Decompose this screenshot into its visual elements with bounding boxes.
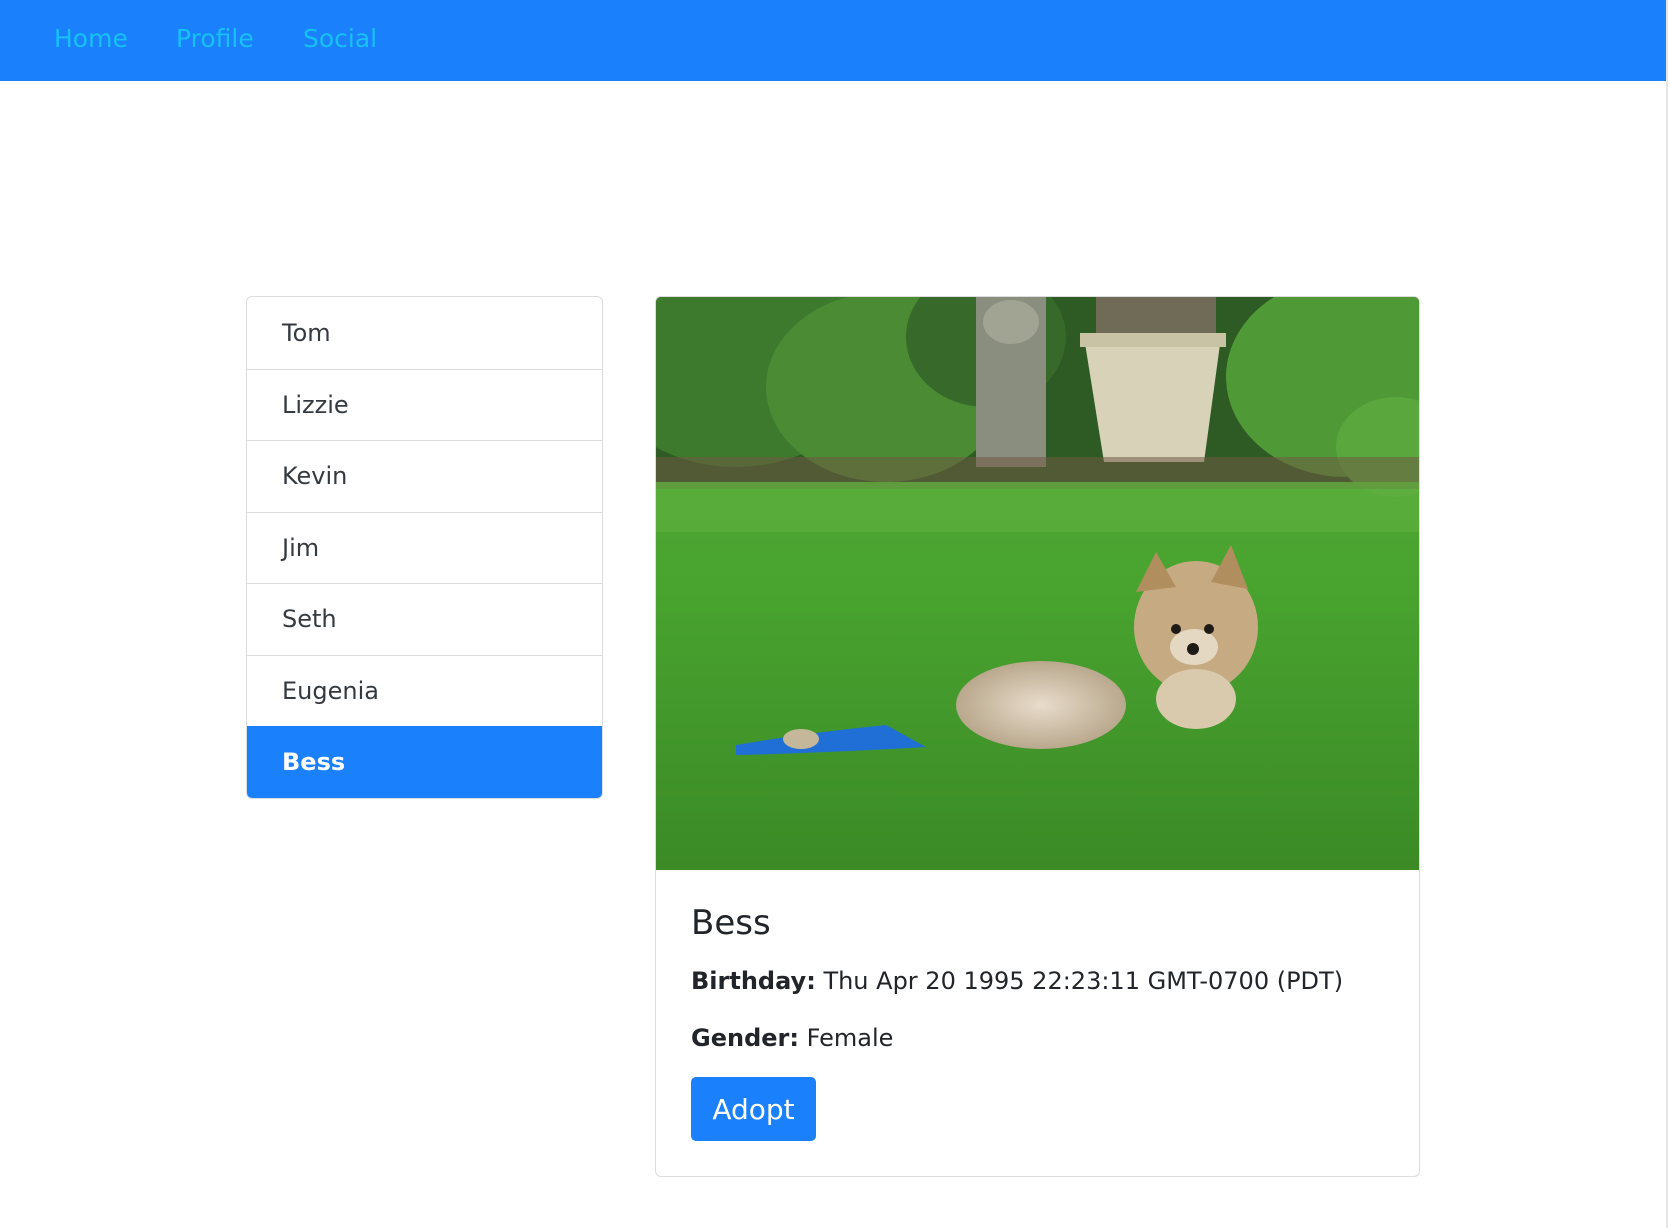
gender-label: Gender: [691, 1024, 799, 1052]
gender-value: Female [806, 1024, 894, 1052]
pet-list-item-kevin[interactable]: Kevin [247, 440, 602, 512]
pet-list-item-lizzie[interactable]: Lizzie [247, 368, 602, 441]
gender-line: Gender: Female [691, 1022, 893, 1054]
nav-link-profile[interactable]: Profile [176, 22, 254, 56]
pet-list-item-eugenia[interactable]: Eugenia [247, 654, 602, 727]
top-navbar: Home Profile Social [0, 0, 1666, 81]
nav-link-home[interactable]: Home [54, 22, 128, 56]
pet-list-item-jim[interactable]: Jim [247, 511, 602, 584]
pet-list-item-seth[interactable]: Seth [247, 583, 602, 655]
pet-photo [656, 297, 1419, 870]
page-scroll-edge [1666, 0, 1668, 1228]
birthday-value: Thu Apr 20 1995 22:23:11 GMT-0700 (PDT) [823, 967, 1344, 995]
pet-name-heading: Bess [691, 903, 771, 943]
nav-link-social[interactable]: Social [303, 22, 377, 56]
pet-list-item-bess[interactable]: Bess [247, 726, 602, 798]
birthday-line: Birthday: Thu Apr 20 1995 22:23:11 GMT-0… [691, 965, 1343, 997]
birthday-label: Birthday: [691, 967, 816, 995]
pet-detail-card: Bess Birthday: Thu Apr 20 1995 22:23:11 … [655, 296, 1420, 1177]
pet-list: Tom Lizzie Kevin Jim Seth Eugenia Bess [246, 296, 603, 799]
pet-list-item-tom[interactable]: Tom [247, 297, 602, 369]
adopt-button[interactable]: Adopt [691, 1077, 816, 1141]
